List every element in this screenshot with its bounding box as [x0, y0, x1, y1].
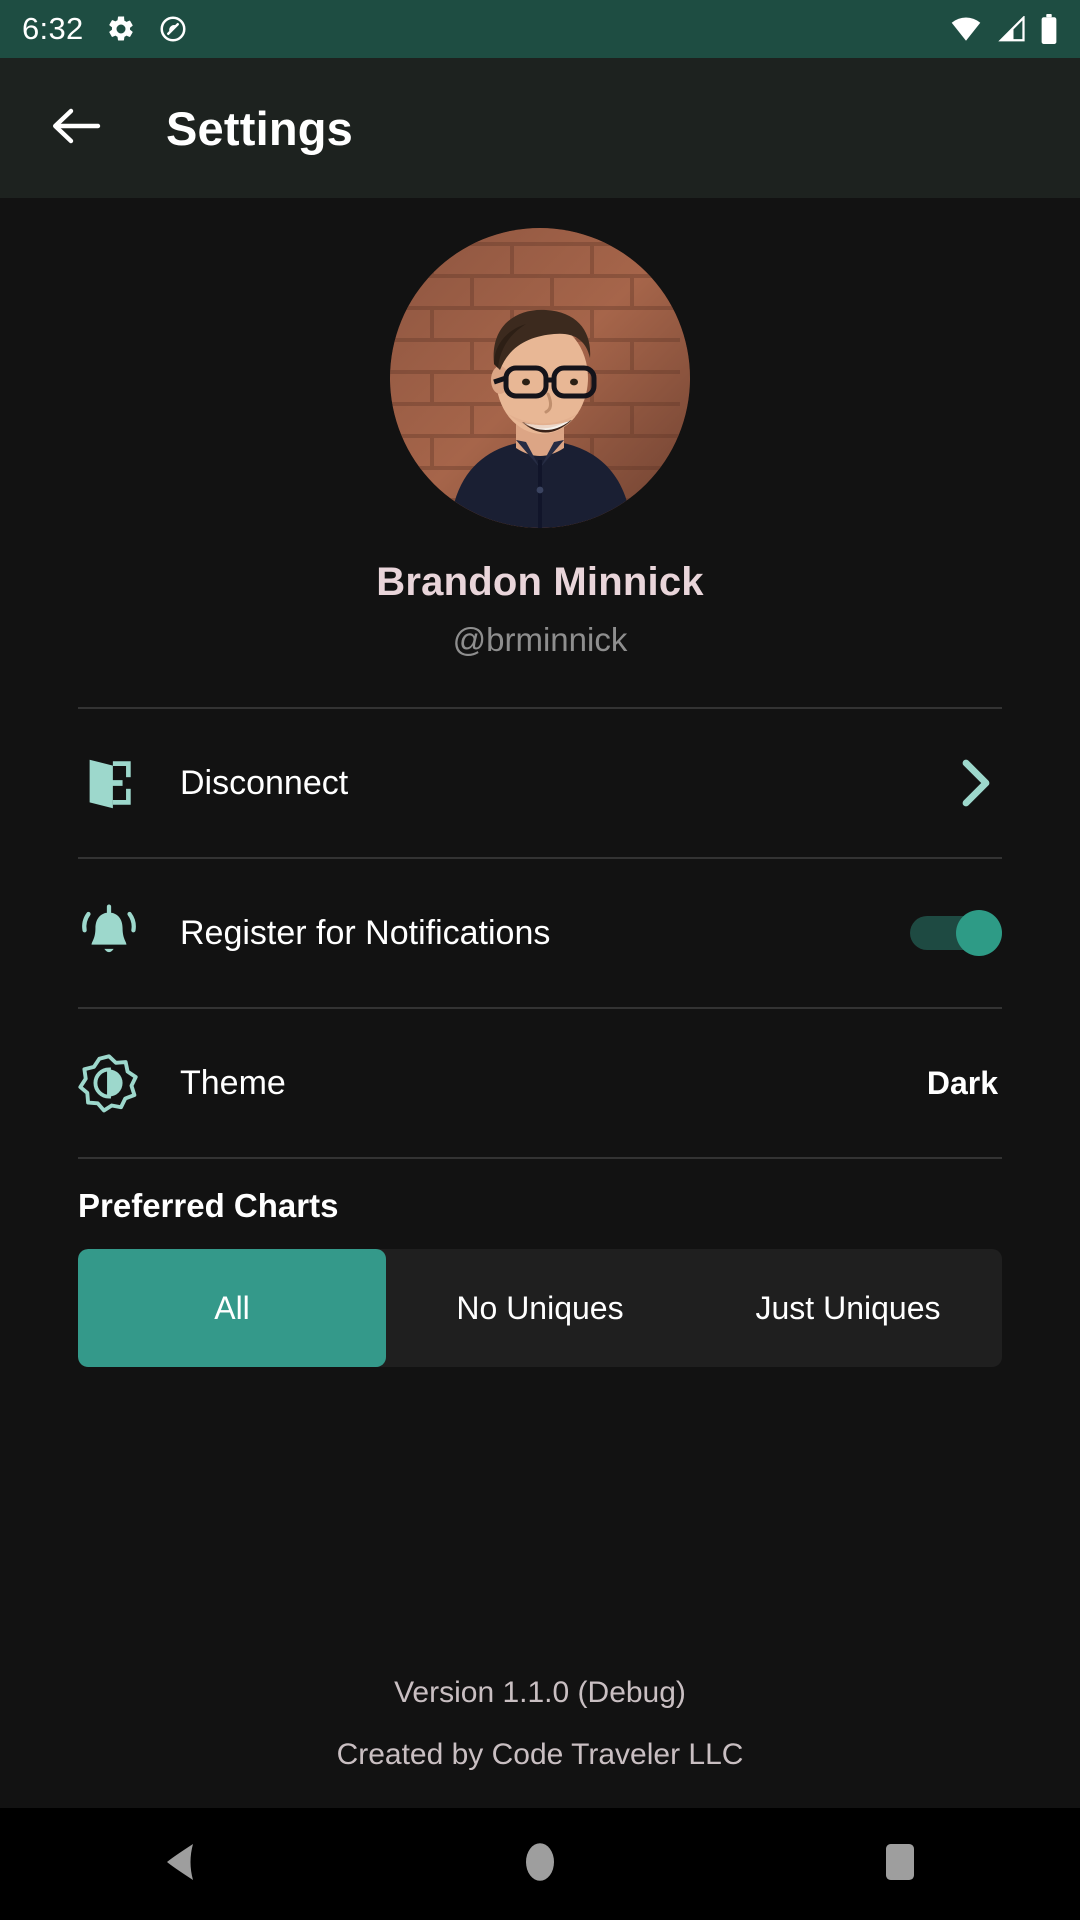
version-text: Version 1.1.0 (Debug): [394, 1676, 686, 1709]
settings-row-label-disconnect: Disconnect: [180, 763, 349, 802]
profile-name: Brandon Minnick: [376, 560, 704, 604]
nav-back-icon: [159, 1840, 201, 1889]
settings-row-disconnect[interactable]: Disconnect: [78, 709, 1002, 857]
android-nav-bar: [0, 1808, 1080, 1920]
segment-no-uniques[interactable]: No Uniques: [386, 1249, 694, 1367]
wifi-icon: [950, 16, 982, 42]
gear-icon: [106, 14, 136, 44]
toggle-knob: [956, 910, 1002, 956]
nav-home-icon: [521, 1840, 559, 1889]
page-title: Settings: [166, 101, 354, 155]
nav-recents-button[interactable]: [840, 1808, 960, 1920]
theme-brightness-icon: [78, 1052, 166, 1114]
back-button[interactable]: [46, 98, 106, 158]
nav-home-button[interactable]: [480, 1808, 600, 1920]
avatar-image: [390, 228, 690, 528]
profile-section: Brandon Minnick @brminnick: [0, 198, 1080, 659]
back-arrow-icon: [50, 105, 102, 152]
settings-list: Disconnect Register for Notifications Th…: [78, 707, 1002, 1159]
settings-screen: 6:32 Settings Brandon Minnick @brminnick…: [0, 0, 1080, 1920]
app-bar: Settings: [0, 58, 1080, 198]
preferred-charts-title: Preferred Charts: [78, 1187, 339, 1224]
logout-door-icon: [78, 752, 166, 814]
battery-icon: [1040, 14, 1058, 44]
segment-all[interactable]: All: [78, 1249, 386, 1367]
do-not-disturb-icon: [158, 14, 188, 44]
settings-row-label-theme: Theme: [180, 1063, 286, 1102]
profile-handle: @brminnick: [452, 621, 628, 658]
status-bar-clock: 6:32: [22, 11, 84, 46]
settings-row-label-notifications: Register for Notifications: [180, 913, 551, 952]
avatar[interactable]: [390, 228, 690, 528]
status-bar-right: [950, 14, 1058, 44]
status-bar-left: 6:32: [22, 11, 188, 47]
theme-value: Dark: [926, 1064, 998, 1101]
bell-ringing-icon: [78, 902, 166, 964]
preferred-charts-section: Preferred Charts All No Uniques Just Uni…: [78, 1187, 1002, 1367]
cellular-signal-icon: [996, 16, 1026, 42]
settings-row-notifications[interactable]: Register for Notifications: [78, 859, 1002, 1007]
chevron-right-icon[interactable]: [956, 757, 1002, 809]
settings-content: Brandon Minnick @brminnick Disconnect Re…: [0, 198, 1080, 1808]
nav-recents-icon: [882, 1840, 918, 1889]
credit-text: Created by Code Traveler LLC: [336, 1738, 744, 1771]
notifications-toggle[interactable]: [910, 910, 1002, 956]
segment-just-uniques[interactable]: Just Uniques: [694, 1249, 1002, 1367]
status-bar: 6:32: [0, 0, 1080, 58]
settings-row-theme[interactable]: Theme Dark: [78, 1009, 1002, 1157]
preferred-charts-segmented-control: All No Uniques Just Uniques: [78, 1249, 1002, 1367]
nav-back-button[interactable]: [120, 1808, 240, 1920]
divider-after-theme: [78, 1157, 1002, 1159]
app-footer: Version 1.1.0 (Debug) Created by Code Tr…: [0, 1676, 1080, 1772]
